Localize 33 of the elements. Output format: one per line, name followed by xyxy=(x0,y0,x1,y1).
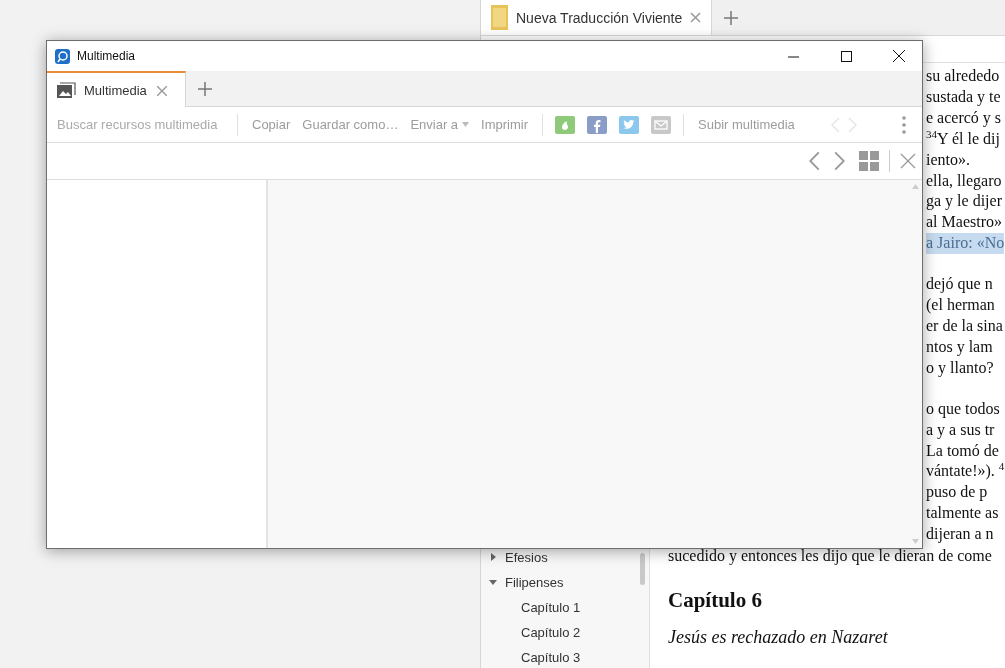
text-line: (el herman xyxy=(926,295,995,316)
tab-label: Multimedia xyxy=(84,82,147,98)
text-line: iento». xyxy=(926,149,970,170)
text-line: talmente as xyxy=(926,503,999,524)
window-tab[interactable]: Multimedia xyxy=(47,71,186,107)
text-line: o que todos xyxy=(926,398,1000,420)
text-line: er de la sina xyxy=(926,315,1003,336)
text-line: La tomó de xyxy=(926,440,999,461)
text-line: $^{34}$Y él le dij xyxy=(926,128,1000,150)
text-line: sustada y te xyxy=(926,86,1001,108)
text-line: ga y le dijer xyxy=(926,191,1002,212)
tab-label: Nueva Traducción Viviente xyxy=(516,9,683,26)
text-line: ella, llegaro xyxy=(926,170,1002,192)
tree-item[interactable]: Efesios xyxy=(489,549,649,565)
tree-item[interactable]: Filipenses xyxy=(489,574,649,590)
text-line: sucedido y entonces les dijo que le dieran de come xyxy=(668,546,993,567)
text-line: su alrededo xyxy=(926,66,1000,86)
section-heading: Jesús es rechazado en Nazaret xyxy=(668,627,889,649)
text-line: vántate!»). $^{4}$ xyxy=(926,461,1005,482)
text-line: o y llanto? xyxy=(926,357,994,379)
window-title: Multimedia xyxy=(77,49,137,63)
text-line: e acercó y s xyxy=(926,107,1002,129)
text-line: ntos y lam xyxy=(926,336,993,358)
tree-item[interactable]: Capítulo 1 xyxy=(489,599,649,615)
text-line: a y a sus tr xyxy=(926,419,995,441)
text-line: dijeran a n xyxy=(926,524,994,545)
tree-item[interactable]: Capítulo 3 xyxy=(489,649,649,665)
text-line: al Maestro» xyxy=(926,212,1002,233)
text-line: dejó que n xyxy=(926,274,993,295)
chapter-heading: Capítulo 6 xyxy=(668,588,763,614)
tree-item[interactable]: Capítulo 2 xyxy=(489,624,649,640)
text-line: puso de p xyxy=(926,482,988,503)
document-tab[interactable]: Nueva Traducción Viviente xyxy=(481,0,713,35)
